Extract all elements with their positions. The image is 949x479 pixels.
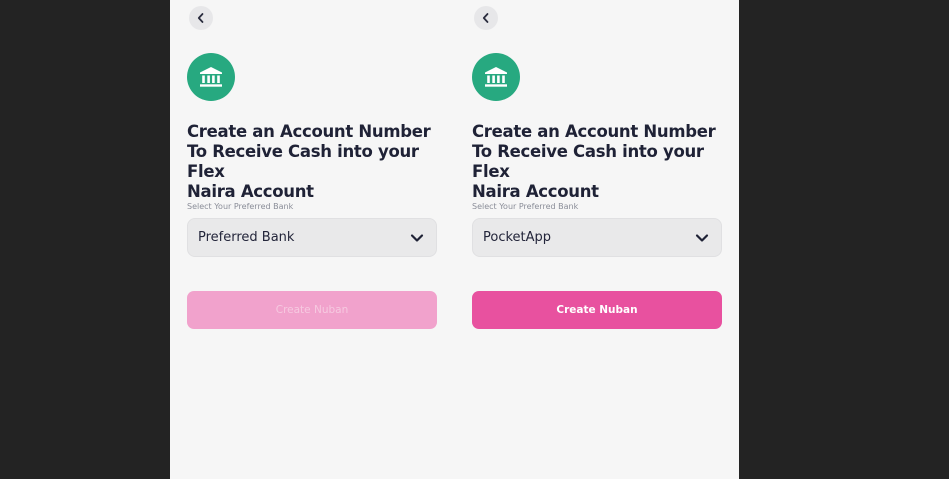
bank-badge — [472, 53, 520, 101]
bank-icon — [485, 67, 507, 87]
screen-before-selection: Create an Account Number To Receive Cash… — [170, 0, 454, 479]
title-line: Naira Account — [187, 182, 314, 201]
back-button[interactable] — [189, 6, 213, 30]
page-title: Create an Account Number To Receive Cash… — [187, 122, 449, 202]
screens-canvas: Create an Account Number To Receive Cash… — [170, 0, 739, 479]
page-title: Create an Account Number To Receive Cash… — [472, 122, 734, 202]
screen-after-selection: Create an Account Number To Receive Cash… — [455, 0, 739, 479]
chevron-left-icon — [197, 13, 204, 23]
bank-select-value: Preferred Bank — [198, 230, 295, 245]
bank-icon — [200, 67, 222, 87]
title-line: To Receive Cash into your Flex — [187, 142, 419, 181]
title-line: Create an Account Number — [472, 122, 716, 141]
bank-select-label: Select Your Preferred Bank — [472, 202, 579, 211]
create-nuban-button[interactable]: Create Nuban — [187, 291, 437, 329]
title-line: Create an Account Number — [187, 122, 431, 141]
bank-select-value: PocketApp — [483, 230, 552, 245]
back-button[interactable] — [474, 6, 498, 30]
create-nuban-button[interactable]: Create Nuban — [472, 291, 722, 329]
title-line: To Receive Cash into your Flex — [472, 142, 704, 181]
chevron-left-icon — [482, 13, 489, 23]
bank-select[interactable]: PocketApp — [472, 218, 722, 257]
bank-badge — [187, 53, 235, 101]
bank-select[interactable]: Preferred Bank — [187, 218, 437, 257]
bank-select-label: Select Your Preferred Bank — [187, 202, 294, 211]
title-line: Naira Account — [472, 182, 599, 201]
chevron-down-icon — [695, 233, 709, 242]
chevron-down-icon — [410, 233, 424, 242]
